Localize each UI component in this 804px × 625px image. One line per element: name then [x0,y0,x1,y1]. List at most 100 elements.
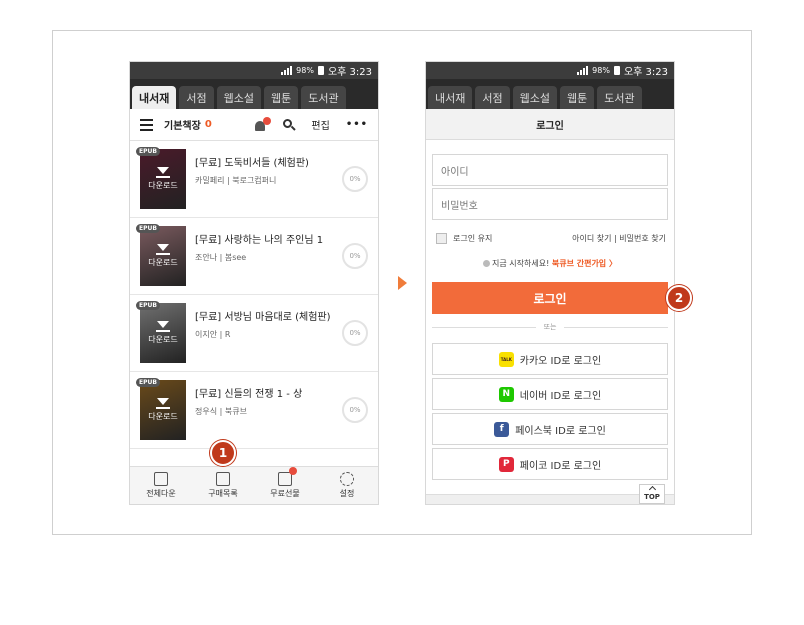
password-field[interactable]: 비밀번호 [432,188,668,220]
nav-download-all[interactable]: 전체다운 [130,467,192,504]
nav-purchase-list[interactable]: 구매목록 [192,467,254,504]
download-all-icon [154,472,168,486]
scroll-top-button[interactable]: TOP [639,484,665,504]
clock: 오후 3:23 [327,67,372,78]
kakao-login-button[interactable]: TALK 카카오 ID로 로그인 [432,343,668,375]
naver-login-button[interactable]: N 네이버 ID로 로그인 [432,378,668,410]
tab-library-public[interactable]: 도서관 [597,86,642,109]
kakao-icon: TALK [498,351,514,367]
download-label: 다운로드 [148,258,178,267]
tab-store[interactable]: 서점 [179,86,214,109]
reading-progress: 0% [342,166,368,192]
menu-icon[interactable] [140,118,153,131]
download-label: 다운로드 [148,181,178,190]
battery-icon [613,66,620,75]
download-overlay[interactable]: 다운로드 [140,167,186,191]
payco-icon: P [498,456,514,472]
or-label: 또는 [543,323,557,331]
login-options: 로그인 유지 아이디 찾기 | 비밀번호 찾기 [436,233,666,244]
shelf-title[interactable]: 기본책장 [164,117,201,132]
reading-progress: 0% [342,320,368,346]
book-title: [무료] 신들의 전쟁 1 - 상 [195,389,303,400]
download-icon [157,244,169,251]
book-list-item[interactable]: EPUB 다운로드 [무료] 서방님 마음대로 (체험판) 이지안 | R 0% [130,295,378,372]
signal-icon [577,66,589,75]
search-icon[interactable] [283,118,297,131]
download-tray-icon [156,407,170,409]
book-meta: 정우식 | 북큐브 [195,407,247,416]
book-info: [무료] 신들의 전쟁 1 - 상정우식 | 북큐브 [195,380,302,417]
download-tray-icon [156,330,170,332]
tab-bar: 내서재 서점 웹소설 웹툰 도서관 [426,79,674,109]
tab-library-public[interactable]: 도서관 [301,86,346,109]
book-title: [무료] 도둑비서들 (체험판) [195,158,309,169]
tab-webnovel[interactable]: 웹소설 [512,86,557,109]
bottom-bar [426,494,674,504]
status-bar: 98% 오후 3:23 [426,62,674,79]
join-link[interactable]: 북큐브 간편가입 〉 [552,259,617,268]
edit-button[interactable]: 편집 [311,117,329,132]
clock: 오후 3:23 [623,67,668,78]
nav-settings[interactable]: 설정 [316,467,378,504]
tab-webnovel[interactable]: 웹소설 [216,86,261,109]
id-field[interactable]: 아이디 [432,154,668,186]
book-cover[interactable]: EPUB 다운로드 [136,378,186,440]
bottom-nav: 전체다운 구매목록 무료선물 설정 [130,466,378,504]
facebook-icon: f [494,421,510,437]
nav-label: 무료선물 [270,489,300,498]
tab-library[interactable]: 내서재 [428,86,473,109]
social-login-label: 페이스북 ID로 로그인 [515,425,606,437]
tab-bar: 내서재 서점 웹소설 웹툰 도서관 [130,79,378,109]
facebook-login-button[interactable]: f 페이스북 ID로 로그인 [432,413,668,445]
library-toolbar: 기본책장 0 편집 ••• [130,109,378,141]
social-login-label: 카카오 ID로 로그인 [519,355,602,367]
tab-library[interactable]: 내서재 [132,86,177,109]
naver-icon: N [498,386,514,402]
step-badge-1: 1 [210,440,236,466]
book-list-item[interactable]: EPUB 다운로드 [무료] 사랑하는 나의 주인님 1 조안나 | 봄see 0% [130,218,378,295]
tab-webtoon[interactable]: 웹툰 [560,86,595,109]
tab-store[interactable]: 서점 [475,86,510,109]
find-account-links[interactable]: 아이디 찾기 | 비밀번호 찾기 [572,233,666,244]
download-overlay[interactable]: 다운로드 [140,244,186,268]
book-cover[interactable]: EPUB 다운로드 [136,224,186,286]
download-overlay[interactable]: 다운로드 [140,398,186,422]
book-list-item[interactable]: EPUB 다운로드 [무료] 도둑비서들 (체험판) 카밀페리 | 북로그컴퍼니 0% [130,141,378,218]
more-icon[interactable]: ••• [346,119,368,130]
or-divider: 또는 [432,321,669,333]
book-cover[interactable]: EPUB 다운로드 [136,301,186,363]
epub-badge: EPUB [136,301,160,310]
keep-login-checkbox[interactable] [436,233,447,244]
list-icon [216,472,230,486]
book-cover[interactable]: EPUB 다운로드 [136,147,186,209]
battery-percent: 98% [296,66,314,75]
download-icon [157,167,169,174]
top-label: TOP [644,493,660,501]
keep-login-label[interactable]: 로그인 유지 [453,233,492,244]
login-button[interactable]: 로그인 [432,282,668,314]
battery-percent: 98% [592,66,610,75]
nav-label: 구매목록 [208,489,238,498]
join-prompt-line: 지금 시작하세요! 북큐브 간편가입 〉 [426,258,674,269]
book-title: [무료] 서방님 마음대로 (체험판) [195,312,331,323]
gear-icon [340,472,354,486]
download-icon [157,398,169,405]
flow-arrow-icon [398,276,407,290]
book-meta: 조안나 | 봄see [195,253,247,262]
shelf-count: 0 [204,119,212,130]
battery-icon [317,66,324,75]
download-label: 다운로드 [148,335,178,344]
chevron-up-icon [648,485,656,494]
epub-badge: EPUB [136,147,160,156]
book-info: [무료] 서방님 마음대로 (체험판) 이지안 | R [195,303,331,340]
book-list-item[interactable]: EPUB 다운로드 [무료] 신들의 전쟁 1 - 상 정우식 | 북큐브 0% [130,372,378,449]
nav-free-gift[interactable]: 무료선물 [254,467,316,504]
tab-webtoon[interactable]: 웹툰 [264,86,299,109]
notification-icon[interactable] [255,116,272,131]
social-login-label: 네이버 ID로 로그인 [519,390,602,402]
payco-login-button[interactable]: P 페이코 ID로 로그인 [432,448,668,480]
gift-icon [278,467,297,486]
step-badge-2: 2 [666,285,692,311]
book-list: EPUB 다운로드 [무료] 도둑비서들 (체험판) 카밀페리 | 북로그컴퍼니 0% E… [130,141,378,449]
download-overlay[interactable]: 다운로드 [140,321,186,345]
